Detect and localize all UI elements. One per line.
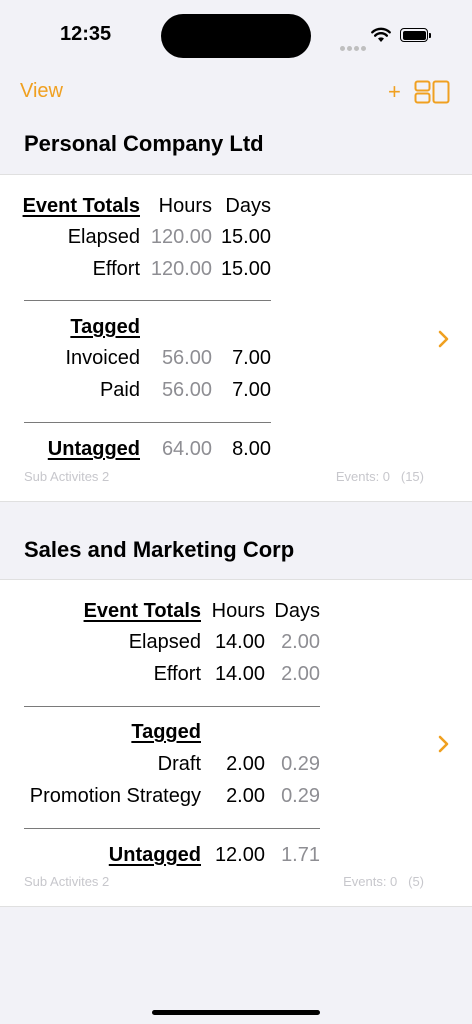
status-bar: 12:35: [0, 0, 472, 60]
add-button[interactable]: +: [388, 79, 401, 105]
divider: [24, 422, 271, 423]
tag-label: Paid: [99, 379, 140, 401]
tagged-header: Tagged: [131, 721, 201, 743]
section-header-company: Personal Company Ltd: [24, 131, 264, 156]
untagged-label: Untagged: [47, 438, 140, 460]
elapsed-label: Elapsed: [128, 631, 201, 653]
days-column-header: Days: [274, 600, 320, 622]
divider: [24, 300, 271, 301]
sub-activities-count: Sub Activites 2: [24, 469, 110, 484]
elapsed-days: 2.00: [281, 631, 320, 653]
effort-label: Effort: [153, 663, 201, 685]
tag-hours: 56.00: [161, 379, 212, 401]
chevron-right-icon[interactable]: [434, 329, 454, 349]
tag-days: 0.29: [281, 785, 320, 807]
untagged-label: Untagged: [108, 844, 201, 866]
battery-icon: [400, 28, 431, 42]
untagged-days: 8.00: [232, 438, 271, 460]
tag-label: Invoiced: [65, 347, 141, 369]
elapsed-hours: 120.00: [150, 226, 212, 248]
event-totals-header: Event Totals: [83, 600, 201, 622]
elapsed-days: 15.00: [220, 226, 271, 248]
effort-days: 15.00: [220, 258, 271, 280]
effort-label: Effort: [92, 258, 140, 280]
untagged-hours: 64.00: [161, 438, 212, 460]
sub-activities-count: Sub Activites 2: [24, 874, 110, 889]
divider: [24, 828, 320, 829]
untagged-hours: 12.00: [214, 844, 265, 866]
tag-label: Draft: [157, 753, 201, 775]
wifi-icon: [371, 27, 391, 42]
tag-days: 0.29: [281, 753, 320, 775]
effort-days: 2.00: [281, 663, 320, 685]
days-column-header: Days: [225, 195, 271, 217]
home-indicator[interactable]: [152, 1010, 320, 1015]
untagged-days: 1.71: [281, 844, 320, 866]
tag-days: 7.00: [232, 379, 271, 401]
status-time: 12:35: [60, 23, 112, 45]
tag-hours: 2.00: [226, 753, 265, 775]
hours-column-header: Hours: [158, 195, 212, 217]
company-summary-card[interactable]: Event Totals Hours Days Elapsed 120.00 1…: [0, 174, 472, 502]
events-count: Events: 0 (15): [335, 469, 424, 484]
elapsed-label: Elapsed: [67, 226, 140, 248]
company-summary-card[interactable]: Event Totals Hours Days Elapsed 14.00 2.…: [0, 579, 472, 907]
chevron-right-icon[interactable]: [434, 734, 454, 754]
view-button[interactable]: View: [20, 80, 63, 103]
tag-label: Promotion Strategy: [29, 785, 201, 807]
tag-days: 7.00: [232, 347, 271, 369]
dynamic-island: [161, 14, 311, 58]
hours-column-header: Hours: [211, 600, 265, 622]
event-totals-header: Event Totals: [22, 195, 140, 217]
effort-hours: 120.00: [150, 258, 212, 280]
events-count: Events: 0 (5): [343, 874, 424, 889]
layout-toggle-icon[interactable]: [414, 80, 450, 104]
cellular-signal-icon: [340, 38, 368, 56]
tagged-header: Tagged: [70, 316, 140, 338]
effort-hours: 14.00: [214, 663, 265, 685]
tag-hours: 2.00: [226, 785, 265, 807]
elapsed-hours: 14.00: [214, 631, 265, 653]
tag-hours: 56.00: [161, 347, 212, 369]
divider: [24, 706, 320, 707]
section-header-company: Sales and Marketing Corp: [24, 537, 295, 562]
